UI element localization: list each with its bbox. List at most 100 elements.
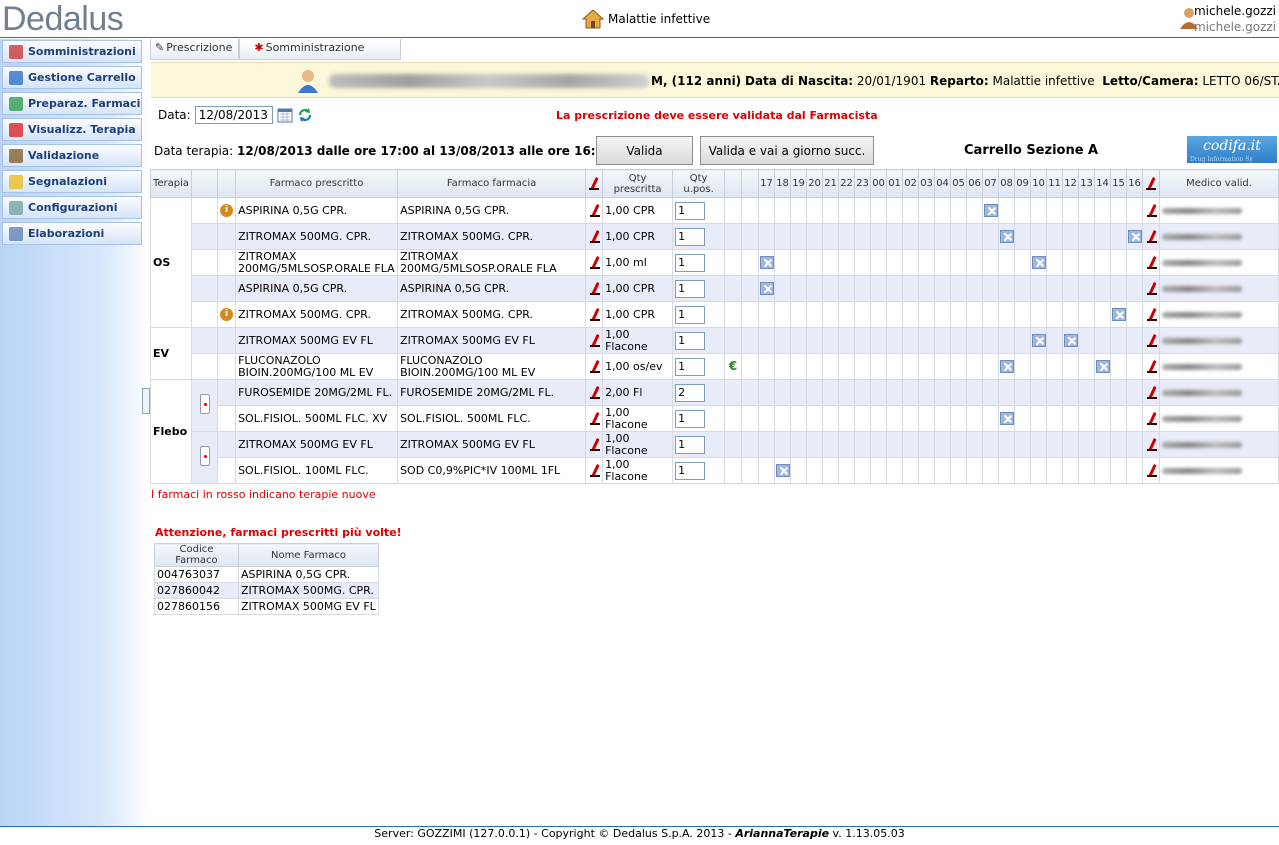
info-icon[interactable]: i [220, 204, 234, 217]
hour-cell[interactable] [838, 301, 856, 328]
hour-cell[interactable] [1094, 379, 1112, 406]
hour-cell[interactable] [886, 327, 904, 354]
hour-cell[interactable] [1030, 431, 1048, 458]
hour-cell[interactable] [1110, 457, 1128, 484]
edit-pen-icon[interactable] [589, 230, 601, 244]
edit-pen-icon[interactable] [1146, 360, 1158, 374]
table-row[interactable]: Flebo FUROSEMIDE 20MG/2ML FL. FUROSEMIDE 2… [149, 379, 1279, 484]
hour-cell[interactable] [854, 249, 872, 276]
hour-cell[interactable] [950, 301, 968, 328]
hour-cell[interactable] [1078, 249, 1096, 276]
hour-cell[interactable] [918, 379, 936, 406]
hour-cell[interactable] [982, 275, 1000, 302]
sidebar-item-preparaz-farmaci[interactable]: Preparaz. Farmaci [2, 92, 142, 115]
hour-cell[interactable] [758, 327, 776, 354]
hour-cell[interactable] [822, 249, 840, 276]
hour-cell[interactable] [1062, 353, 1080, 380]
hour-cell[interactable] [902, 431, 920, 458]
hour-cell[interactable] [822, 275, 840, 302]
hour-cell[interactable] [998, 197, 1016, 224]
hour-cell[interactable] [758, 431, 776, 458]
hour-cell[interactable] [902, 197, 920, 224]
hour-cell[interactable] [982, 405, 1000, 432]
hour-cell[interactable] [966, 379, 984, 406]
sidebar-collapse-handle[interactable] [142, 388, 150, 414]
hour-cell[interactable] [1062, 197, 1080, 224]
hour-cell[interactable] [1030, 327, 1048, 354]
hour-cell[interactable] [1062, 457, 1080, 484]
hour-cell[interactable] [1046, 223, 1064, 250]
hour-cell[interactable] [1078, 353, 1096, 380]
hour-cell[interactable] [774, 197, 792, 224]
hour-cell[interactable] [774, 301, 792, 328]
hour-cell[interactable] [966, 431, 984, 458]
hour-cell[interactable] [886, 275, 904, 302]
hour-cell[interactable] [966, 197, 984, 224]
hour-cell[interactable] [774, 275, 792, 302]
hour-cell[interactable] [998, 327, 1016, 354]
hour-cell[interactable] [934, 379, 952, 406]
hour-cell[interactable] [1030, 457, 1048, 484]
qty-unit-input[interactable] [675, 227, 706, 246]
hour-cell[interactable] [918, 275, 936, 302]
hour-cell[interactable] [1062, 223, 1080, 250]
hour-cell[interactable] [822, 327, 840, 354]
hour-cell[interactable] [1126, 275, 1144, 302]
sidebar-item-gestione-carrello[interactable]: Gestione Carrello [2, 66, 142, 89]
administration-mark-icon[interactable] [775, 464, 790, 477]
hour-cell[interactable] [870, 457, 888, 484]
codifa-logo[interactable]: codifa.it Drug Information Sy [1187, 136, 1277, 163]
hour-cell[interactable] [934, 249, 952, 276]
edit-pen-icon[interactable] [1146, 256, 1158, 270]
hour-cell[interactable] [982, 249, 1000, 276]
hour-cell[interactable] [934, 353, 952, 380]
hour-cell[interactable] [758, 301, 776, 328]
hour-cell[interactable] [886, 249, 904, 276]
hour-cell[interactable] [758, 457, 776, 484]
table-row[interactable]: SOL.FISIOL. 100ML FLC. SOD C0,9%PIC*IV 10… [151, 457, 1279, 484]
hour-cell[interactable] [1030, 249, 1048, 276]
hour-cell[interactable] [918, 457, 936, 484]
hour-cell[interactable] [982, 431, 1000, 458]
administration-mark-icon[interactable] [1063, 334, 1078, 347]
hour-cell[interactable] [774, 379, 792, 406]
hour-cell[interactable] [854, 197, 872, 224]
hour-cell[interactable] [838, 457, 856, 484]
hour-cell[interactable] [870, 379, 888, 406]
hour-cell[interactable] [1126, 249, 1144, 276]
hour-cell[interactable] [838, 197, 856, 224]
hour-cell[interactable] [790, 301, 808, 328]
hour-cell[interactable] [822, 457, 840, 484]
hour-cell[interactable] [950, 275, 968, 302]
hour-cell[interactable] [1046, 275, 1064, 302]
hour-cell[interactable] [838, 223, 856, 250]
hour-cell[interactable] [950, 223, 968, 250]
hour-cell[interactable] [982, 197, 1000, 224]
administration-mark-icon[interactable] [999, 230, 1014, 243]
hour-cell[interactable] [998, 405, 1016, 432]
hour-cell[interactable] [950, 431, 968, 458]
info-icon[interactable]: i [220, 308, 234, 321]
administration-mark-icon[interactable] [999, 360, 1014, 373]
hour-cell[interactable] [950, 353, 968, 380]
table-row[interactable]: ZITROMAX 500MG EV FL ZITROMAX 500MG EV FL… [151, 431, 1279, 484]
edit-pen-icon[interactable] [589, 256, 601, 270]
hour-cell[interactable] [870, 275, 888, 302]
hour-cell[interactable] [934, 197, 952, 224]
hour-cell[interactable] [758, 353, 776, 380]
edit-pen-icon[interactable] [589, 308, 601, 322]
qty-unit-input[interactable] [675, 279, 706, 298]
edit-pen-icon[interactable] [1146, 282, 1158, 296]
hour-cell[interactable] [1078, 197, 1096, 224]
hour-cell[interactable] [854, 275, 872, 302]
hour-cell[interactable] [790, 431, 808, 458]
hour-cell[interactable] [822, 431, 840, 458]
tab-somministrazione[interactable]: ✱ Somministrazione [239, 39, 402, 60]
hour-cell[interactable] [902, 275, 920, 302]
hour-cell[interactable] [1110, 301, 1128, 328]
hour-cell[interactable] [870, 301, 888, 328]
hour-cell[interactable] [1094, 457, 1112, 484]
hour-cell[interactable] [1110, 327, 1128, 354]
qty-unit-input[interactable] [675, 383, 706, 402]
hour-cell[interactable] [1094, 223, 1112, 250]
